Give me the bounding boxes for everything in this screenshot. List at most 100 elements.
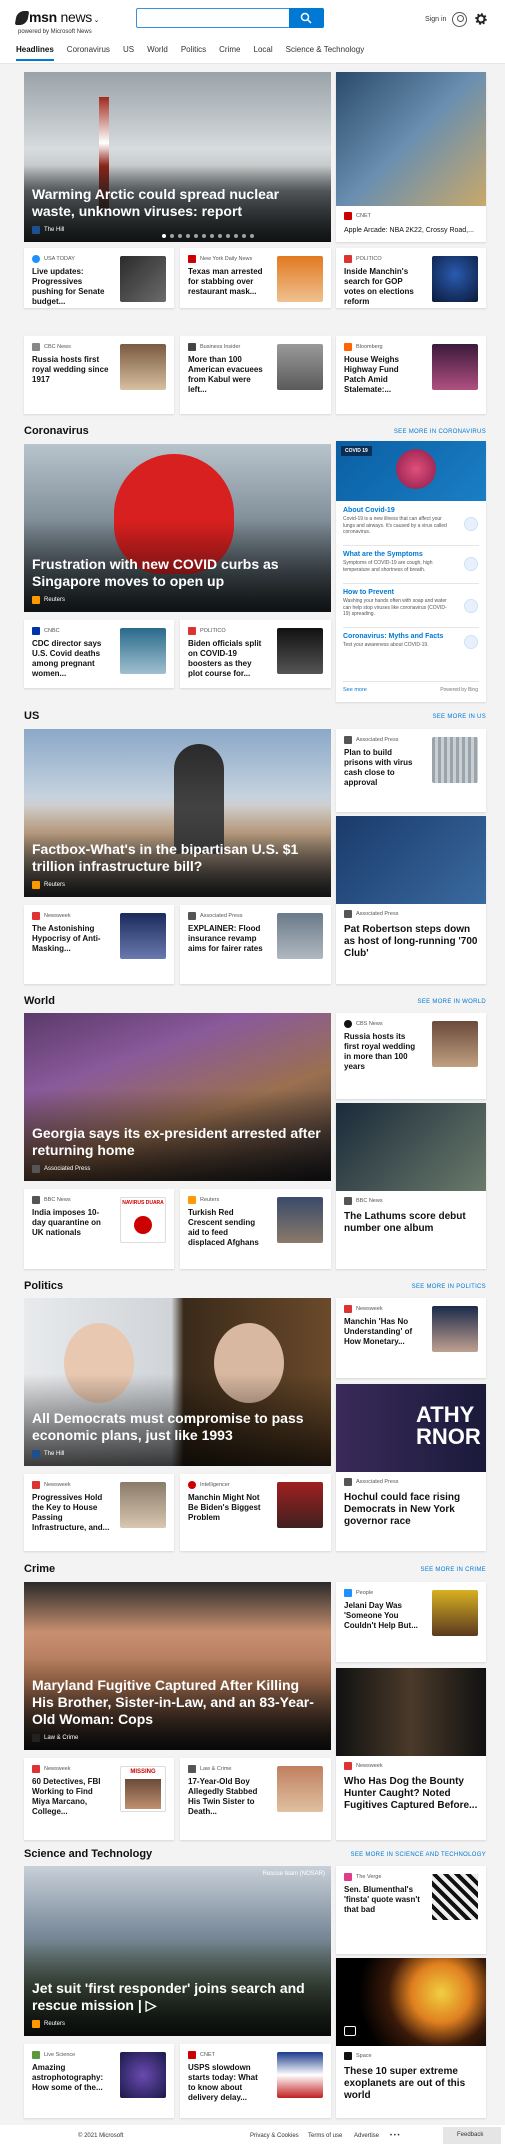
news-card[interactable]: Associated Press EXPLAINER: Flood insura…: [180, 905, 331, 984]
headline-hero-card[interactable]: Warming Arctic could spread nuclear wast…: [24, 72, 331, 242]
card-title[interactable]: House Weighs Highway Fund Patch Amid Sta…: [344, 355, 422, 395]
news-card-large[interactable]: BBC News The Lathums score debut number …: [336, 1103, 486, 1269]
news-card-large[interactable]: Newsweek Who Has Dog the Bounty Hunter C…: [336, 1668, 486, 1840]
see-more-coronavirus-link[interactable]: SEE MORE IN CORONAVIRUS: [360, 429, 486, 435]
news-card-large[interactable]: Space These 10 super extreme exoplanets …: [336, 1958, 486, 2118]
card-title[interactable]: EXPLAINER: Flood insurance revamp aims f…: [188, 924, 266, 954]
hero-title[interactable]: Warming Arctic could spread nuclear wast…: [32, 186, 321, 220]
tab-coronavirus[interactable]: Coronavirus: [67, 45, 110, 61]
covid-prevent-item[interactable]: How to Prevent Washing your hands often w…: [343, 589, 453, 618]
news-card[interactable]: Newsweek 60 Detectives, FBI Working to F…: [24, 1758, 174, 1840]
news-card[interactable]: The Verge Sen. Blumenthal's 'finsta' quo…: [336, 1866, 486, 1954]
news-card[interactable]: People Jelani Day Was 'Someone You Could…: [336, 1582, 486, 1662]
news-card-large[interactable]: ATHY RNOR Associated Press Hochul could …: [336, 1384, 486, 1551]
card-title[interactable]: Sen. Blumenthal's 'finsta' quote wasn't …: [344, 1885, 422, 1915]
news-card[interactable]: POLITICO Inside Manchin's search for GOP…: [336, 248, 486, 308]
sign-in-link[interactable]: Sign in: [425, 16, 446, 23]
world-hero-card[interactable]: Georgia says its ex-president arrested a…: [24, 1013, 331, 1181]
tab-world[interactable]: World: [147, 45, 168, 61]
news-card-large[interactable]: Associated Press Pat Robertson steps dow…: [336, 816, 486, 984]
see-more-politics-link[interactable]: SEE MORE IN POLITICS: [366, 1284, 486, 1290]
card-title[interactable]: Apple Arcade: NBA 2K22, Crossy Road,...: [344, 225, 478, 237]
card-title[interactable]: Pat Robertson steps down as host of long…: [344, 924, 478, 960]
news-card[interactable]: Bloomberg House Weighs Highway Fund Patc…: [336, 336, 486, 414]
card-title[interactable]: Inside Manchin's search for GOP votes on…: [344, 267, 422, 307]
science-hero-card[interactable]: Rescue team (NOSAR) Jet suit 'first resp…: [24, 1866, 331, 2036]
news-card[interactable]: Business Insider More than 100 American …: [180, 336, 331, 414]
hero-title[interactable]: All Democrats must compromise to pass ec…: [32, 1410, 321, 1444]
card-title[interactable]: Progressives Hold the Key to House Passi…: [32, 1493, 110, 1533]
hero-title[interactable]: Factbox-What's in the bipartisan U.S. $1…: [32, 841, 321, 875]
hero-title[interactable]: Frustration with new COVID curbs as Sing…: [32, 556, 321, 590]
play-icon[interactable]: ▷: [146, 1997, 157, 2013]
card-title[interactable]: Amazing astrophotography: How some of th…: [32, 2063, 110, 2093]
see-more-science-link[interactable]: SEE MORE IN SCIENCE AND TECHNOLOGY: [330, 1852, 486, 1858]
see-more-crime-link[interactable]: SEE MORE IN CRIME: [380, 1567, 486, 1573]
card-title[interactable]: Plan to build prisons with virus cash cl…: [344, 748, 422, 788]
news-card[interactable]: BBC News India imposes 10-day quarantine…: [24, 1189, 174, 1269]
news-card[interactable]: CBC News Russia hosts first royal weddin…: [24, 336, 174, 414]
feedback-button[interactable]: Feedback: [443, 2127, 501, 2144]
see-more-world-link[interactable]: SEE MORE IN WORLD: [370, 999, 486, 1005]
msn-news-logo[interactable]: msn news ⌄ powered by Microsoft News: [14, 9, 101, 37]
us-hero-card[interactable]: Factbox-What's in the bipartisan U.S. $1…: [24, 729, 331, 897]
card-title[interactable]: The Astonishing Hypocrisy of Anti-Maskin…: [32, 924, 110, 954]
coronavirus-hero-card[interactable]: Frustration with new COVID curbs as Sing…: [24, 444, 331, 612]
tab-science-technology[interactable]: Science & Technology: [286, 45, 365, 61]
tab-headlines[interactable]: Headlines: [16, 45, 54, 61]
card-title[interactable]: Texas man arrested for stabbing over res…: [188, 267, 266, 297]
hero-title[interactable]: Jet suit 'first responder' joins search …: [32, 1980, 321, 2014]
card-title[interactable]: Biden officials split on COVID-19 booste…: [188, 639, 266, 679]
news-card[interactable]: Newsweek The Astonishing Hypocrisy of An…: [24, 905, 174, 984]
see-more-us-link[interactable]: SEE MORE IN US: [380, 714, 486, 720]
card-title[interactable]: 17-Year-Old Boy Allegedly Stabbed His Tw…: [188, 1777, 266, 1817]
tab-us[interactable]: US: [123, 45, 134, 61]
card-title[interactable]: More than 100 American evacuees from Kab…: [188, 355, 266, 395]
card-title[interactable]: Jelani Day Was 'Someone You Couldn't Hel…: [344, 1601, 422, 1631]
hero-title[interactable]: Maryland Fugitive Captured After Killing…: [32, 1677, 321, 1728]
card-title[interactable]: Live updates: Progressives pushing for S…: [32, 267, 110, 307]
covid-myths-item[interactable]: Coronavirus: Myths and Facts Test your aw…: [343, 633, 453, 649]
gear-icon[interactable]: [475, 13, 487, 25]
hero-title[interactable]: Georgia says its ex-president arrested a…: [32, 1125, 321, 1159]
news-card[interactable]: POLITICO Biden officials split on COVID-…: [180, 620, 331, 688]
card-title[interactable]: Hochul could face rising Democrats in Ne…: [344, 1492, 478, 1528]
footer-link-privacy[interactable]: Privacy & Cookies: [250, 2133, 299, 2139]
card-title[interactable]: CDC director says U.S. Covid deaths amon…: [32, 639, 110, 679]
carousel-dots[interactable]: [162, 234, 254, 238]
news-card[interactable]: Law & Crime 17-Year-Old Boy Allegedly St…: [180, 1758, 331, 1840]
politics-hero-card[interactable]: All Democrats must compromise to pass ec…: [24, 1298, 331, 1466]
news-card[interactable]: CBS News Russia hosts its first royal we…: [336, 1013, 486, 1099]
covid-symptoms-item[interactable]: What are the Symptoms Symptoms of COVID-1…: [343, 551, 453, 573]
news-card[interactable]: Newsweek Manchin 'Has No Understanding' …: [336, 1298, 486, 1378]
tab-politics[interactable]: Politics: [181, 45, 206, 61]
search-box[interactable]: [136, 8, 324, 28]
crime-hero-card[interactable]: Maryland Fugitive Captured After Killing…: [24, 1582, 331, 1750]
search-button[interactable]: [289, 8, 324, 28]
news-card[interactable]: USA TODAY Live updates: Progressives pus…: [24, 248, 174, 308]
news-card[interactable]: New York Daily News Texas man arrested f…: [180, 248, 331, 308]
card-title[interactable]: India imposes 10-day quarantine on UK na…: [32, 1208, 110, 1238]
news-card[interactable]: Associated Press Plan to build prisons w…: [336, 729, 486, 812]
card-title[interactable]: Turkish Red Crescent sending aid to feed…: [188, 1208, 266, 1248]
tab-crime[interactable]: Crime: [219, 45, 240, 61]
news-card[interactable]: Newsweek Progressives Hold the Key to Ho…: [24, 1474, 174, 1551]
search-input[interactable]: [137, 10, 287, 28]
card-title[interactable]: Russia hosts its first royal wedding in …: [344, 1032, 422, 1072]
news-card[interactable]: Intelligencer Manchin Might Not Be Biden…: [180, 1474, 331, 1551]
card-title[interactable]: Russia hosts first royal wedding since 1…: [32, 355, 110, 385]
news-card[interactable]: CNBC CDC director says U.S. Covid deaths…: [24, 620, 174, 688]
card-title[interactable]: USPS slowdown starts today: What to know…: [188, 2063, 266, 2103]
news-card[interactable]: Reuters Turkish Red Crescent sending aid…: [180, 1189, 331, 1269]
card-title[interactable]: Manchin 'Has No Understanding' of How Mo…: [344, 1317, 422, 1347]
headline-side-card[interactable]: CNET Apple Arcade: NBA 2K22, Crossy Road…: [336, 72, 486, 242]
card-title[interactable]: Who Has Dog the Bounty Hunter Caught? No…: [344, 1776, 478, 1812]
tab-local[interactable]: Local: [254, 45, 273, 61]
news-card[interactable]: CNET USPS slowdown starts today: What to…: [180, 2044, 331, 2118]
footer-link-advertise[interactable]: Advertise: [354, 2133, 379, 2139]
footer-link-terms[interactable]: Terms of use: [308, 2133, 342, 2139]
covid-see-more-link[interactable]: See more: [343, 687, 367, 693]
news-card[interactable]: Live Science Amazing astrophotography: H…: [24, 2044, 174, 2118]
card-title[interactable]: These 10 super extreme exoplanets are ou…: [344, 2066, 478, 2102]
card-title[interactable]: The Lathums score debut number one album: [344, 1211, 478, 1235]
